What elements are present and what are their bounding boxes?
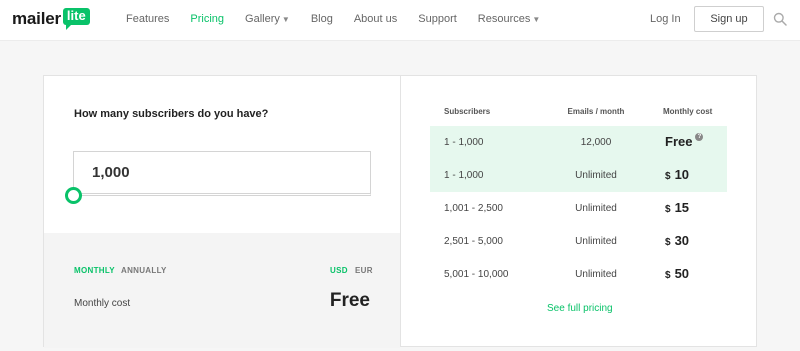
search-icon[interactable] [773, 12, 787, 26]
row-currency: $ [665, 237, 671, 248]
row-cost-value: 50 [674, 266, 690, 281]
subscriber-selector: How many subscribers do you have? [44, 76, 400, 233]
row-cost-value: 30 [674, 233, 690, 248]
row-cost-value: Free [665, 134, 693, 149]
currency-eur-toggle[interactable]: EUR [355, 266, 373, 275]
row-subscribers: 5,001 - 10,000 [444, 269, 509, 280]
table-row: 1,001 - 2,500 Unlimited $15 [430, 192, 727, 225]
nav-item-support[interactable]: Support [418, 13, 457, 25]
nav-item-resources[interactable]: Resources ▼ [478, 13, 541, 25]
subscriber-count-input[interactable] [73, 151, 371, 196]
nav-item-about-us[interactable]: About us [354, 13, 397, 25]
nav-label: Resources [477, 13, 531, 25]
info-icon[interactable]: ? [695, 133, 704, 141]
nav-label: Pricing [190, 13, 225, 25]
pricing-table: Subscribers Emails / month Monthly cost … [401, 76, 757, 346]
row-cost: $30 [665, 233, 689, 248]
row-cost: $50 [665, 266, 689, 281]
nav-label: About us [353, 13, 398, 25]
header-emails: Emails / month [567, 107, 625, 116]
logo-wordmark: mailer [12, 9, 61, 28]
row-currency: $ [665, 204, 671, 215]
top-header: mailer lite Features Pricing Gallery ▼ Bl… [0, 0, 800, 41]
row-cost-value: 15 [674, 200, 690, 215]
nav-label: Features [126, 13, 170, 25]
chevron-down-icon: ▼ [532, 14, 541, 24]
logo-badge: lite [62, 8, 90, 30]
currency-usd-toggle[interactable]: USD [330, 266, 348, 275]
pricing-card: How many subscribers do you have? MONTHL… [43, 75, 757, 348]
table-row: 5,001 - 10,000 Unlimited $50 [430, 258, 727, 291]
row-cost: $15 [665, 200, 689, 215]
row-emails: 12,000 [580, 137, 612, 148]
subscriber-slider-handle[interactable] [65, 187, 82, 204]
row-subscribers: 1,001 - 2,500 [444, 203, 503, 214]
nav-item-pricing[interactable]: Pricing [190, 13, 224, 25]
pricing-calculator: How many subscribers do you have? MONTHL… [44, 76, 400, 348]
row-emails: Unlimited [575, 269, 617, 280]
table-row: 2,501 - 5,000 Unlimited $30 [430, 225, 727, 258]
row-currency: $ [665, 270, 671, 281]
nav-label: Gallery [245, 13, 280, 25]
row-cost: Free? [665, 133, 704, 149]
row-subscribers: 1 - 1,000 [444, 170, 484, 181]
row-cost: $10 [665, 167, 689, 182]
subscriber-question: How many subscribers do you have? [74, 108, 269, 120]
billing-monthly-toggle[interactable]: MONTHLY [74, 266, 115, 275]
header-monthly-cost: Monthly cost [663, 107, 713, 116]
table-row: 1 - 1,000 12,000 Free? [430, 126, 727, 159]
main-nav: Features Pricing Gallery ▼ Blog About us … [126, 0, 561, 38]
signup-button[interactable]: Sign up [694, 6, 764, 32]
see-full-pricing-link[interactable]: See full pricing [547, 303, 613, 314]
table-row: 1 - 1,000 Unlimited $10 [430, 159, 727, 192]
header-subscribers: Subscribers [444, 107, 491, 116]
login-link[interactable]: Log In [650, 13, 681, 25]
row-cost-value: 10 [674, 167, 690, 182]
billing-annually-toggle[interactable]: ANNUALLY [121, 266, 167, 275]
monthly-cost-label: Monthly cost [74, 298, 131, 309]
nav-item-gallery[interactable]: Gallery ▼ [245, 13, 290, 25]
cost-summary: MONTHLY ANNUALLY USD EUR Monthly cost Fr… [44, 233, 400, 348]
row-emails: Unlimited [575, 203, 617, 214]
nav-item-blog[interactable]: Blog [311, 13, 333, 25]
nav-label: Blog [310, 13, 333, 25]
row-currency: $ [665, 171, 671, 182]
row-emails: Unlimited [575, 170, 617, 181]
nav-item-features[interactable]: Features [126, 13, 169, 25]
mailerlite-logo[interactable]: mailer lite [12, 7, 90, 31]
row-subscribers: 2,501 - 5,000 [444, 236, 503, 247]
row-emails: Unlimited [575, 236, 617, 247]
chevron-down-icon: ▼ [281, 14, 290, 24]
monthly-cost-value: Free [329, 290, 370, 311]
row-subscribers: 1 - 1,000 [444, 137, 484, 148]
nav-label: Support [418, 13, 457, 25]
